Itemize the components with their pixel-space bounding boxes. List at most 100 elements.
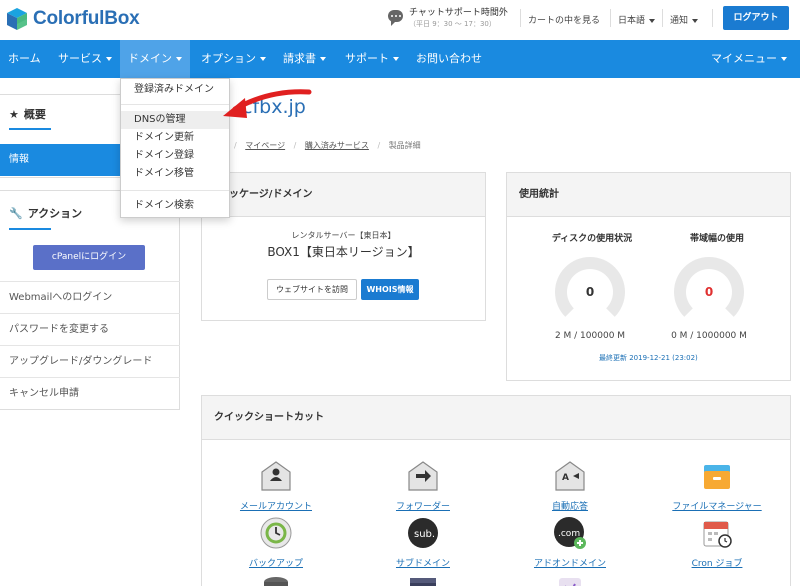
bandwidth-gauge-value: 0 — [704, 285, 714, 299]
sidebar-link-webmail[interactable]: Webmailへのログイン — [0, 281, 180, 313]
nav-home-label: ホーム — [8, 52, 41, 65]
nav-contact-label: お問い合わせ — [416, 52, 482, 65]
menu-item-register-domain[interactable]: ドメイン登録 — [121, 147, 229, 165]
nav-invoices-label: 請求書 — [283, 52, 316, 65]
nav-services[interactable]: サービス — [50, 40, 120, 78]
nav-domains-label: ドメイン — [128, 52, 172, 65]
disk-usage-text: 2 M / 100000 M — [554, 331, 626, 341]
app-installer-icon — [559, 578, 581, 586]
last-updated-text: 最終更新 2019-12-21 (23:02) — [599, 354, 698, 362]
breadcrumb-current: 製品詳細 — [388, 141, 421, 150]
nav-support[interactable]: サポート — [337, 40, 407, 78]
breadcrumb: / マイページ / 購入済みサービス / 製品詳細 — [228, 140, 421, 151]
svg-text:sub.: sub. — [414, 529, 435, 540]
notifications-menu[interactable]: 通知 — [670, 13, 699, 26]
sidebar-link-change-password[interactable]: パスワードを変更する — [0, 313, 180, 345]
divider — [520, 9, 521, 27]
shortcut-file-manager[interactable]: ファイルマネージャー — [662, 459, 772, 512]
shortcut-backup-label: バックアップ — [248, 559, 303, 569]
nav-options[interactable]: オプション — [193, 40, 274, 78]
chat-hours-text: （平日 9：30 ～ 17：30） — [409, 20, 496, 28]
sidebar-link-upgrade[interactable]: アップグレード/ダウングレード — [0, 345, 180, 377]
shortcut-app-installer[interactable] — [515, 574, 625, 586]
shortcuts-card-title: クイックショートカット — [202, 396, 790, 440]
view-cart-link[interactable]: カートの中を見る — [528, 13, 600, 26]
nav-domains[interactable]: ドメイン — [120, 40, 190, 78]
actions-title: アクション — [27, 207, 83, 220]
whois-button[interactable]: WHOIS情報 — [361, 279, 419, 300]
annotation-arrow-icon — [223, 89, 312, 118]
nav-my-menu[interactable]: マイメニュー — [703, 40, 795, 78]
logout-button[interactable]: ログアウト — [723, 6, 789, 30]
top-header: ColorfulBox チャットサポート時間外 （平日 9：30 ～ 17：30… — [0, 0, 800, 40]
shortcut-subdomains[interactable]: sub. サブドメイン — [368, 516, 478, 569]
chevron-down-icon — [176, 57, 182, 61]
calendar-clock-icon — [703, 521, 732, 548]
sidebar-item-info-label: 情報 — [9, 154, 29, 165]
chat-bubble-icon — [388, 10, 403, 26]
file-box-icon — [704, 465, 730, 489]
shortcut-forwarders-label: フォワーダー — [395, 502, 450, 512]
shortcut-addon-domains[interactable]: .com アドオンドメイン — [515, 516, 625, 569]
breadcrumb-separator: / — [293, 141, 297, 150]
brand-logo[interactable]: ColorfulBox — [6, 7, 140, 31]
shortcut-email-accounts[interactable]: メールアカウント — [221, 459, 331, 512]
shortcut-cron-jobs[interactable]: Cron ジョブ — [662, 516, 772, 569]
nav-invoices[interactable]: 請求書 — [275, 40, 334, 78]
database-icon — [264, 577, 288, 586]
shortcut-web-tool[interactable] — [368, 574, 478, 586]
chevron-down-icon — [393, 57, 399, 61]
quick-shortcuts-card: クイックショートカット メールアカウント フォワーダー A 自動応答 ファイルマ… — [201, 395, 791, 586]
package-card-title: ッケージ/ドメイン — [202, 173, 485, 217]
language-selector[interactable]: 日本語 — [618, 13, 656, 26]
breadcrumb-separator: / — [234, 141, 237, 150]
shortcut-addon-domains-label: アドオンドメイン — [533, 559, 606, 569]
menu-item-domain-search[interactable]: ドメイン検索 — [121, 197, 229, 215]
shortcut-forwarders[interactable]: フォワーダー — [368, 459, 478, 512]
chevron-down-icon — [106, 57, 112, 61]
shortcut-autoresponders-label: 自動応答 — [551, 502, 588, 512]
nav-my-menu-label: マイメニュー — [711, 52, 777, 65]
cube-logo-icon — [7, 8, 27, 30]
nav-home[interactable]: ホーム — [0, 40, 49, 78]
usage-card-title: 使用統計 — [507, 173, 790, 217]
sidebar-link-cancel[interactable]: キャンセル申請 — [0, 377, 180, 409]
chevron-down-icon — [649, 18, 656, 23]
menu-item-renew-domains[interactable]: ドメイン更新 — [121, 129, 229, 147]
breadcrumb-separator: / — [377, 141, 381, 150]
shortcut-subdomains-label: サブドメイン — [395, 559, 450, 569]
disk-gauge-value: 0 — [585, 285, 595, 299]
heading-underline — [9, 128, 51, 130]
shortcut-autoresponders[interactable]: A 自動応答 — [515, 459, 625, 512]
disk-usage-label: ディスクの使用状況 — [551, 234, 633, 244]
breadcrumb-services[interactable]: 購入済みサービス — [305, 141, 369, 150]
shortcut-file-manager-label: ファイルマネージャー — [672, 502, 762, 512]
menu-item-transfer-domain[interactable]: ドメイン移管 — [121, 165, 229, 183]
nav-contact[interactable]: お問い合わせ — [408, 40, 490, 78]
mail-forward-icon — [408, 461, 438, 491]
breadcrumb-mypage[interactable]: マイページ — [245, 141, 285, 150]
shortcut-backup[interactable]: バックアップ — [221, 516, 331, 569]
language-label: 日本語 — [618, 16, 646, 26]
wrench-icon: 🔧 — [9, 206, 23, 220]
chat-support-status[interactable]: チャットサポート時間外 （平日 9：30 ～ 17：30） — [388, 8, 508, 30]
visit-website-button[interactable]: ウェブサイトを訪問 — [267, 279, 357, 300]
overview-title: 概要 — [23, 108, 46, 121]
plan-type: レンタルサーバー【東日本】 — [291, 231, 396, 240]
heading-underline — [9, 228, 51, 230]
chat-status-text: チャットサポート時間外 — [409, 8, 508, 18]
chevron-down-icon — [260, 57, 266, 61]
star-icon: ★ — [9, 107, 19, 121]
shortcut-database[interactable] — [221, 574, 331, 586]
addon-domain-icon: .com — [554, 517, 586, 549]
divider — [662, 9, 663, 27]
browser-window-icon — [410, 578, 436, 586]
shortcut-email-accounts-label: メールアカウント — [239, 502, 312, 512]
cpanel-login-button[interactable]: cPanelにログイン — [33, 245, 145, 270]
svg-text:A: A — [562, 473, 569, 483]
shortcut-cron-jobs-label: Cron ジョブ — [691, 559, 743, 569]
brand-name: ColorfulBox — [33, 8, 140, 29]
mail-auto-reply-icon: A — [555, 461, 585, 491]
bandwidth-usage-label: 帯域幅の使用 — [689, 234, 744, 244]
chevron-down-icon — [781, 57, 787, 61]
